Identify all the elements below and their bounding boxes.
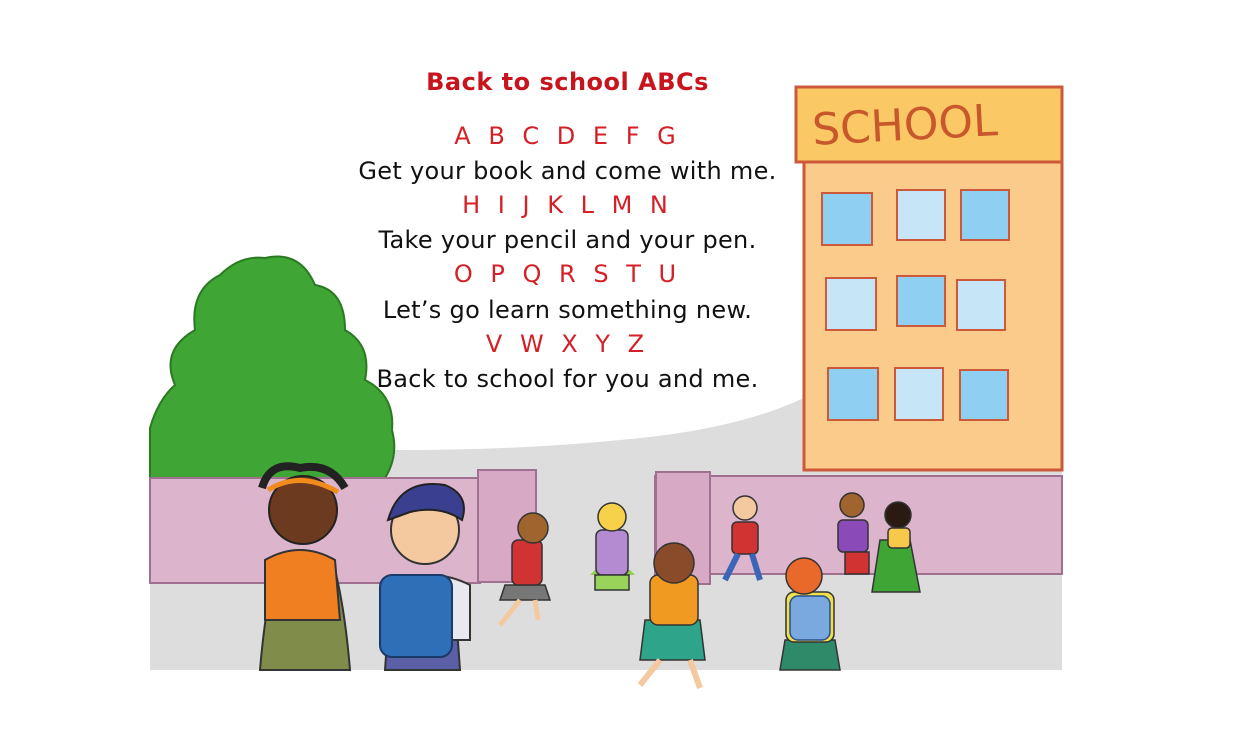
- school-building: SCHOOL: [794, 85, 1064, 472]
- poem-title: Back to school ABCs: [426, 68, 709, 96]
- verse-line-2: Take your pencil and your pen.: [378, 226, 757, 254]
- letters-line-1: A B C D E F G: [454, 122, 681, 150]
- verse-line-3: Let’s go learn something new.: [382, 296, 753, 324]
- school-sign-text: SCHOOL: [811, 95, 999, 156]
- verse-line-4: Back to school for you and me.: [376, 365, 759, 393]
- verse-line-1: Get your book and come with me.: [358, 157, 777, 185]
- letters-line-2: H I J K L M N: [462, 191, 673, 219]
- letters-line-3: O P Q R S T U: [453, 260, 682, 288]
- school-windows: [821, 189, 1010, 421]
- letters-line-4: V W X Y Z: [485, 330, 650, 358]
